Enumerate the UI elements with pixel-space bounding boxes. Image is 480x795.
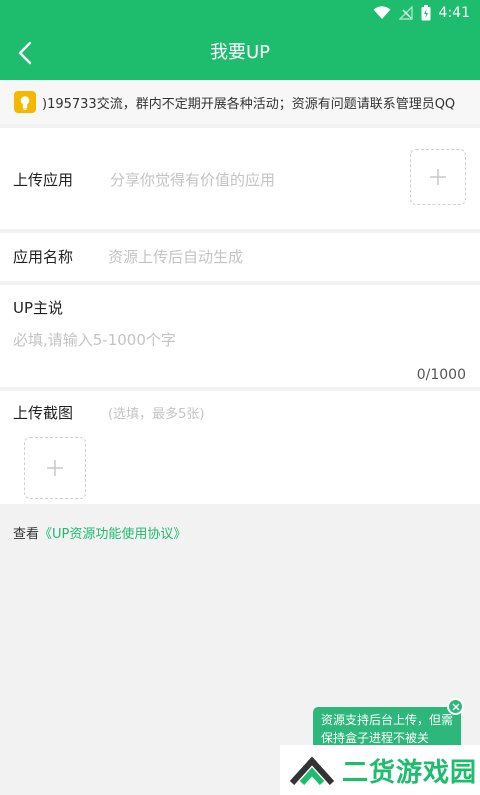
char-counter: 0/1000 <box>416 367 466 383</box>
watermark: 二货游戏园 <box>280 745 480 795</box>
watermark-logo-icon <box>290 756 334 785</box>
upload-tip-text: 资源支持后台上传，但需保持盒子进程不被关 <box>321 713 454 745</box>
status-bar: 4:41 <box>0 0 480 26</box>
app-name-field: 资源上传后自动生成 <box>108 248 244 266</box>
add-screenshot-button[interactable] <box>24 437 86 499</box>
status-time: 4:41 <box>438 5 470 21</box>
screenshots-label: 上传截图 <box>13 404 74 422</box>
upload-app-label: 上传应用 <box>13 171 74 189</box>
screenshots-hint: (选填，最多5张) <box>108 407 205 422</box>
watermark-text: 二货游戏园 <box>342 757 478 788</box>
app-header: 我要UP <box>0 26 480 80</box>
close-icon <box>451 702 460 711</box>
no-signal-icon <box>398 6 413 20</box>
wifi-icon <box>373 6 391 20</box>
upload-app-hint: 分享你觉得有价值的应用 <box>110 171 276 189</box>
agreement-prefix: 查看 <box>13 527 40 542</box>
lightbulb-icon <box>14 91 36 113</box>
up-says-section[interactable]: UP主说 必填,请输入5-1000个字 0/1000 <box>0 285 480 387</box>
notice-text: )195733交流，群内不定期开展各种活动；资源有问题请联系管理员QQ <box>42 96 456 112</box>
agreement-line: 查看《UP资源功能使用协议》 <box>13 523 186 542</box>
up-says-label: UP主说 <box>13 299 64 317</box>
upload-app-section: 上传应用 分享你觉得有价值的应用 <box>0 128 480 229</box>
up-says-textarea[interactable]: 必填,请输入5-1000个字 <box>13 329 176 350</box>
battery-icon <box>421 5 431 21</box>
plus-icon <box>47 460 63 476</box>
tip-close-button[interactable] <box>447 698 464 715</box>
app-name-label: 应用名称 <box>13 248 74 266</box>
page-title: 我要UP <box>209 42 271 63</box>
upload-app-button[interactable] <box>410 149 466 205</box>
plus-icon <box>430 169 446 185</box>
screenshots-section: 上传截图 (选填，最多5张) <box>0 391 480 504</box>
agreement-link[interactable]: 《UP资源功能使用协议》 <box>39 527 186 542</box>
notice-bar: )195733交流，群内不定期开展各种活动；资源有问题请联系管理员QQ <box>0 80 480 124</box>
app-name-section: 应用名称 资源上传后自动生成 <box>0 233 480 281</box>
